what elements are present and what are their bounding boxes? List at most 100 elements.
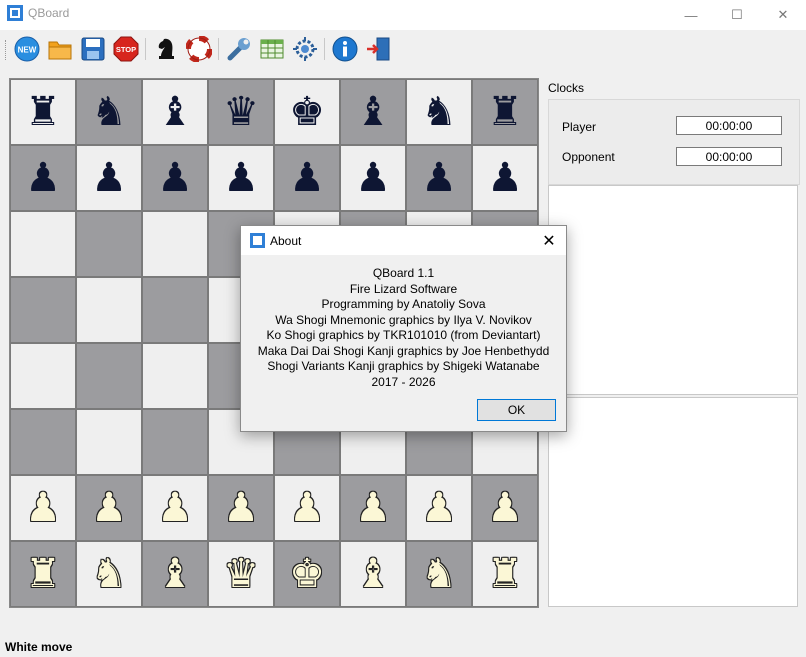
info-panel[interactable] <box>548 397 798 607</box>
board-square[interactable]: ♟ <box>472 475 538 541</box>
exit-button[interactable] <box>365 36 391 62</box>
maximize-button[interactable]: ☐ <box>714 0 760 30</box>
board-square[interactable]: ♚ <box>274 541 340 607</box>
white-piece[interactable]: ♜ <box>25 554 61 594</box>
white-piece[interactable]: ♟ <box>25 488 61 528</box>
board-square[interactable] <box>76 343 142 409</box>
board-square[interactable]: ♝ <box>142 79 208 145</box>
board-square[interactable]: ♟ <box>406 145 472 211</box>
black-piece[interactable]: ♟ <box>223 158 259 198</box>
white-piece[interactable]: ♟ <box>355 488 391 528</box>
board-square[interactable]: ♟ <box>142 475 208 541</box>
board-square[interactable]: ♝ <box>142 541 208 607</box>
toolbar-grip[interactable] <box>5 40 9 60</box>
network-button[interactable] <box>292 36 318 62</box>
save-button[interactable] <box>80 36 106 62</box>
board-square[interactable]: ♜ <box>10 541 76 607</box>
black-piece[interactable]: ♟ <box>487 158 523 198</box>
board-square[interactable] <box>10 343 76 409</box>
board-square[interactable]: ♞ <box>76 541 142 607</box>
black-piece[interactable]: ♝ <box>355 92 391 132</box>
board-square[interactable] <box>76 409 142 475</box>
board-square[interactable] <box>76 277 142 343</box>
board-square[interactable]: ♟ <box>472 145 538 211</box>
white-piece[interactable]: ♟ <box>421 488 457 528</box>
black-piece[interactable]: ♚ <box>289 92 325 132</box>
white-piece[interactable]: ♛ <box>223 554 259 594</box>
move-list-panel[interactable] <box>548 185 798 395</box>
black-piece[interactable]: ♜ <box>25 92 61 132</box>
board-square[interactable]: ♜ <box>472 541 538 607</box>
about-line: QBoard 1.1 <box>372 266 435 280</box>
white-piece[interactable]: ♟ <box>487 488 523 528</box>
board-square[interactable]: ♟ <box>340 475 406 541</box>
black-piece[interactable]: ♟ <box>421 158 457 198</box>
board-square[interactable] <box>142 409 208 475</box>
open-button[interactable] <box>47 36 73 62</box>
board-square[interactable]: ♛ <box>208 541 274 607</box>
board-square[interactable]: ♜ <box>472 79 538 145</box>
black-piece[interactable]: ♞ <box>421 92 457 132</box>
board-editor-button[interactable] <box>259 36 285 62</box>
white-piece[interactable]: ♜ <box>487 554 523 594</box>
white-piece[interactable]: ♞ <box>421 554 457 594</box>
board-square[interactable]: ♟ <box>274 475 340 541</box>
black-piece[interactable]: ♟ <box>355 158 391 198</box>
table-grid-icon <box>260 39 284 59</box>
white-piece[interactable]: ♝ <box>355 554 391 594</box>
close-button[interactable]: ✕ <box>760 0 806 30</box>
board-square[interactable]: ♝ <box>340 79 406 145</box>
dialog-close-button[interactable]: ✕ <box>538 231 560 251</box>
stop-button[interactable]: STOP <box>113 36 139 62</box>
board-square[interactable] <box>10 409 76 475</box>
new-game-button[interactable]: NEW <box>14 36 40 62</box>
ok-button[interactable]: OK <box>477 399 556 421</box>
board-square[interactable]: ♝ <box>340 541 406 607</box>
board-square[interactable]: ♞ <box>406 79 472 145</box>
board-square[interactable]: ♞ <box>76 79 142 145</box>
board-square[interactable]: ♟ <box>142 145 208 211</box>
settings-button[interactable] <box>226 36 252 62</box>
white-piece[interactable]: ♟ <box>91 488 127 528</box>
board-square[interactable] <box>142 343 208 409</box>
black-piece[interactable]: ♟ <box>289 158 325 198</box>
board-square[interactable]: ♟ <box>208 145 274 211</box>
white-piece[interactable]: ♞ <box>91 554 127 594</box>
black-piece[interactable]: ♞ <box>91 92 127 132</box>
board-square[interactable]: ♟ <box>208 475 274 541</box>
black-piece[interactable]: ♜ <box>487 92 523 132</box>
white-piece[interactable]: ♟ <box>223 488 259 528</box>
help-button[interactable] <box>186 36 212 62</box>
board-square[interactable] <box>10 277 76 343</box>
board-square[interactable]: ♟ <box>10 475 76 541</box>
black-piece[interactable]: ♟ <box>157 158 193 198</box>
white-piece[interactable]: ♟ <box>157 488 193 528</box>
white-piece[interactable]: ♟ <box>289 488 325 528</box>
about-button[interactable] <box>332 36 358 62</box>
engine-button[interactable] <box>153 36 179 62</box>
black-piece[interactable]: ♟ <box>91 158 127 198</box>
board-square[interactable]: ♞ <box>406 541 472 607</box>
white-piece[interactable]: ♚ <box>289 554 325 594</box>
board-square[interactable]: ♜ <box>10 79 76 145</box>
black-piece[interactable]: ♝ <box>157 92 193 132</box>
board-square[interactable]: ♟ <box>76 475 142 541</box>
title-bar: QBoard — ☐ ✕ <box>0 0 806 30</box>
board-square[interactable] <box>76 211 142 277</box>
black-piece[interactable]: ♟ <box>25 158 61 198</box>
board-square[interactable] <box>10 211 76 277</box>
white-piece[interactable]: ♝ <box>157 554 193 594</box>
minimize-button[interactable]: — <box>668 0 714 30</box>
board-square[interactable] <box>142 277 208 343</box>
board-square[interactable]: ♛ <box>208 79 274 145</box>
toolbar-separator <box>218 38 219 60</box>
info-icon <box>332 36 358 62</box>
board-square[interactable]: ♟ <box>340 145 406 211</box>
board-square[interactable]: ♟ <box>76 145 142 211</box>
board-square[interactable]: ♟ <box>10 145 76 211</box>
board-square[interactable]: ♚ <box>274 79 340 145</box>
board-square[interactable]: ♟ <box>406 475 472 541</box>
black-piece[interactable]: ♛ <box>223 92 259 132</box>
board-square[interactable]: ♟ <box>274 145 340 211</box>
board-square[interactable] <box>142 211 208 277</box>
